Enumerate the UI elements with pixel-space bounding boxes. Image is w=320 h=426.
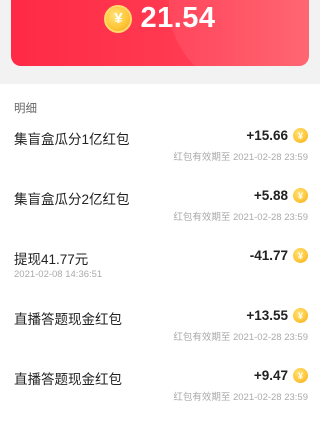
item-title: 直播答题现金红包	[14, 312, 122, 327]
item-amount: +13.55	[246, 308, 288, 323]
yen-coin-icon: ¥	[293, 188, 308, 203]
item-title: 集盲盒瓜分1亿红包	[14, 132, 130, 147]
list-item[interactable]: 集盲盒瓜分2亿红包 +5.88 ¥ 红包有效期至 2021-02-28 23:5…	[0, 188, 320, 244]
header: ¥ 21.54	[0, 0, 320, 82]
list-item[interactable]: 集盲盒瓜分1亿红包 +15.66 ¥ 红包有效期至 2021-02-28 23:…	[0, 128, 320, 184]
balance-row: ¥ 21.54	[11, 2, 309, 35]
item-amount: +5.88	[253, 188, 288, 203]
item-title: 提现41.77元	[14, 252, 89, 267]
item-amount-group: +9.47 ¥	[254, 368, 308, 383]
item-title: 集盲盒瓜分2亿红包	[14, 192, 130, 207]
yen-coin-icon: ¥	[293, 308, 308, 323]
yen-coin-icon: ¥	[104, 4, 133, 33]
list-item[interactable]: 直播答题现金红包 +13.55 ¥ 红包有效期至 2021-02-28 23:5…	[0, 308, 320, 364]
item-amount-group: +15.66 ¥	[246, 128, 308, 143]
item-amount-group: +5.88 ¥	[254, 188, 308, 203]
yen-coin-icon: ¥	[293, 368, 308, 383]
item-amount: +9.47	[253, 368, 288, 383]
item-amount: +15.66	[246, 128, 288, 143]
balance-amount: 21.54	[140, 2, 216, 34]
item-title: 直播答题现金红包	[14, 372, 122, 387]
item-expiry: 红包有效期至 2021-02-28 23:59	[173, 332, 308, 343]
balance-card: ¥ 21.54	[11, 0, 309, 66]
item-expiry: 红包有效期至 2021-02-28 23:59	[173, 212, 308, 223]
list-item[interactable]: 提现41.77元 -41.77 ¥ 2021-02-08 14:36:51	[0, 248, 320, 304]
section-title: 明细	[14, 103, 37, 115]
item-timestamp: 2021-02-08 14:36:51	[14, 269, 103, 280]
item-expiry: 红包有效期至 2021-02-28 23:59	[173, 152, 308, 163]
yen-coin-icon: ¥	[293, 128, 308, 143]
item-expiry: 红包有效期至 2021-02-28 23:59	[173, 392, 308, 403]
transaction-list: 明细 集盲盒瓜分1亿红包 +15.66 ¥ 红包有效期至 2021-02-28 …	[0, 84, 320, 426]
yen-coin-icon: ¥	[293, 248, 308, 263]
item-amount-group: -41.77 ¥	[250, 248, 308, 263]
item-amount-group: +13.55 ¥	[246, 308, 308, 323]
item-amount: -41.77	[249, 248, 288, 263]
list-item[interactable]: 直播答题现金红包 +9.47 ¥ 红包有效期至 2021-02-28 23:59	[0, 368, 320, 424]
